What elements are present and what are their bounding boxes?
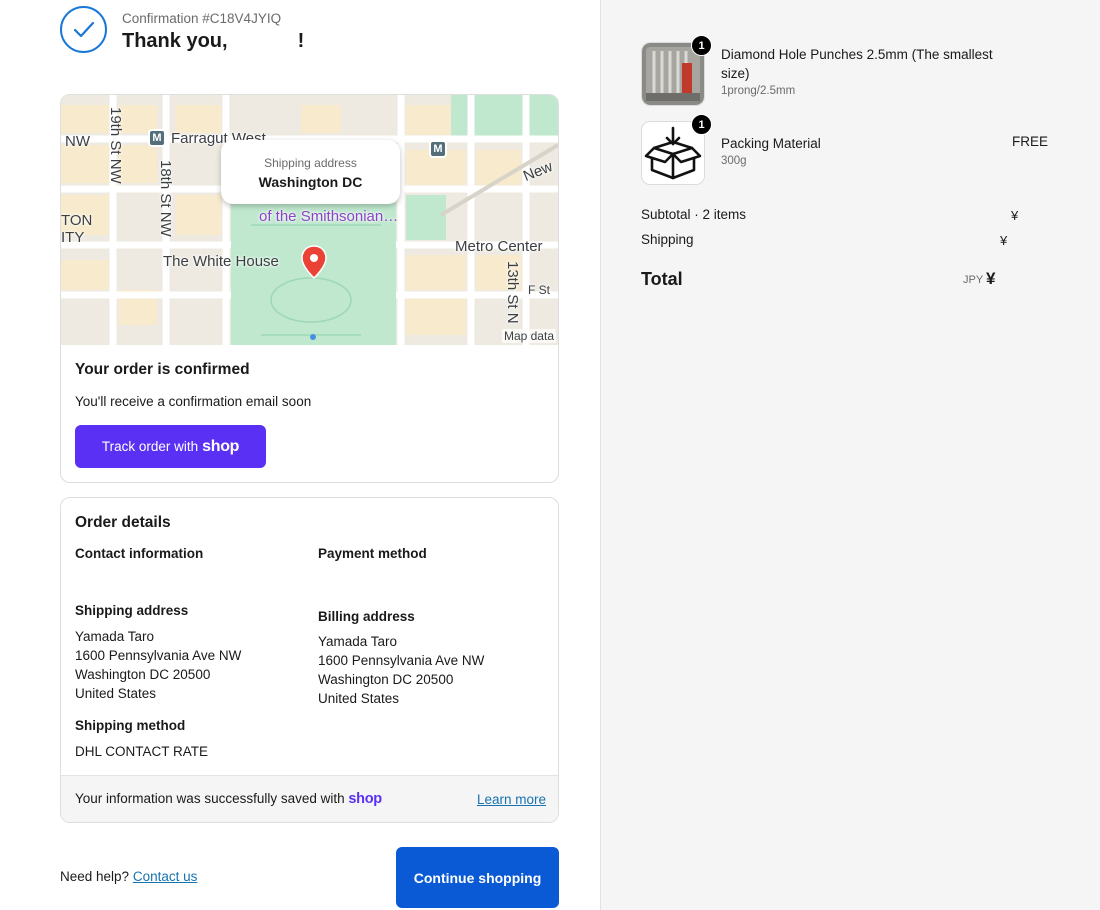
product-variant: 300g: [721, 155, 747, 167]
map-pin-icon: [301, 245, 327, 284]
map-label-13th-st: 13th St N: [504, 261, 521, 324]
order-confirmed-title: Your order is confirmed: [75, 361, 250, 378]
map-label-nw: NW: [65, 133, 90, 150]
subtotal-value: ¥: [1011, 208, 1019, 223]
shipping-map[interactable]: NW M Farragut West M 19th St NW 18th St …: [61, 95, 558, 345]
thanks-suffix: !: [297, 30, 305, 52]
map-label-19th-st: 19th St NW: [107, 107, 124, 184]
need-help-text: Need help?: [60, 869, 130, 884]
product-price: FREE: [1012, 134, 1049, 149]
confirmation-number: Confirmation #C18V4JYIQ: [122, 11, 282, 26]
billing-address-line: United States: [318, 691, 400, 706]
bubble-value: Washington DC: [258, 174, 363, 190]
billing-address-heading: Billing address: [318, 609, 415, 624]
shipping-method-heading: Shipping method: [75, 718, 186, 733]
saved-message: Your information was successfully saved …: [75, 791, 382, 807]
shipping-address-line: 1600 Pennsylvania Ave NW: [75, 648, 242, 663]
map-label-18th-st: 18th St NW: [157, 160, 174, 237]
metro-icon: M: [148, 129, 166, 147]
map-label-ity: ITY: [61, 229, 85, 246]
billing-address-line: Yamada Taro: [318, 634, 398, 649]
currency-code: JPY: [963, 274, 984, 286]
shipping-address-line: Yamada Taro: [75, 629, 155, 644]
checkmark-circle-icon: [60, 6, 107, 53]
learn-more-link[interactable]: Learn more: [477, 792, 546, 807]
total-value: ¥: [986, 269, 996, 288]
order-summary: 1 Diamond Hole Punches 2.5mm (The smalle…: [600, 0, 1100, 910]
contact-us-link[interactable]: Contact us: [133, 869, 198, 884]
track-order-label: Track order with: [101, 439, 199, 454]
billing-address: Yamada Taro 1600 Pennsylvania Ave NW Was…: [318, 632, 484, 708]
product-name: Diamond Hole Punches 2.5mm (The smallest…: [721, 47, 993, 81]
subtotal-label: Subtotal · 2 items: [641, 207, 747, 222]
quantity-badge: 1: [691, 114, 712, 135]
map-data-attribution[interactable]: Map data: [501, 329, 556, 343]
payment-method-heading: Payment method: [318, 546, 427, 561]
map-label-metro-center: Metro Center: [455, 238, 543, 255]
shop-logo: shop: [348, 791, 382, 807]
bubble-title: Shipping address: [264, 156, 357, 170]
shipping-label: Shipping: [641, 232, 694, 247]
product-name: Packing Material: [721, 136, 821, 151]
main-column: Confirmation #C18V4JYIQ Thank you,! NW M…: [0, 0, 600, 910]
thanks-prefix: Thank you,: [122, 30, 228, 52]
confirmation-email-message: You'll receive a confirmation email soon: [75, 394, 312, 409]
quantity-badge: 1: [691, 35, 712, 56]
continue-shopping-button[interactable]: Continue shopping: [396, 847, 559, 908]
shipping-method: DHL CONTACT RATE: [75, 744, 209, 759]
contact-information-heading: Contact information: [75, 546, 204, 561]
shipping-value: ¥: [1000, 233, 1008, 248]
map-label-white-house: The White House: [163, 253, 279, 270]
billing-address-line: Washington DC 20500: [318, 672, 454, 687]
metro-icon: M: [429, 140, 447, 158]
total-label: Total: [641, 269, 683, 289]
billing-address-line: 1600 Pennsylvania Ave NW: [318, 653, 485, 668]
saved-text: Your information was successfully saved …: [75, 791, 345, 806]
track-order-button[interactable]: Track order with shop: [75, 425, 266, 468]
map-label-ton: TON: [61, 212, 93, 229]
order-details-card: Order details Contact information Paymen…: [60, 497, 559, 823]
map-label-f-st: F St: [528, 283, 551, 297]
order-status-card: NW M Farragut West M 19th St NW 18th St …: [60, 94, 559, 483]
product-variant: 1prong/2.5mm: [721, 85, 796, 97]
thank-you-heading: Thank you,!: [122, 30, 304, 53]
order-details-title: Order details: [75, 514, 171, 531]
shipping-address-bubble: Shipping address Washington DC: [221, 140, 400, 204]
shipping-address: Yamada Taro 1600 Pennsylvania Ave NW Was…: [75, 627, 241, 703]
product-thumbnail: 1: [641, 114, 712, 185]
need-help: Need help? Contact us: [60, 869, 197, 884]
shipping-address-line: United States: [75, 686, 157, 701]
map-label-smithsonian: of the Smithsonian…: [259, 208, 399, 225]
shipping-address-line: Washington DC 20500: [75, 667, 211, 682]
product-thumbnail: 1: [641, 35, 712, 106]
shop-logo: shop: [202, 437, 240, 455]
shop-saved-bar: Your information was successfully saved …: [61, 775, 558, 822]
shipping-address-heading: Shipping address: [75, 603, 189, 618]
